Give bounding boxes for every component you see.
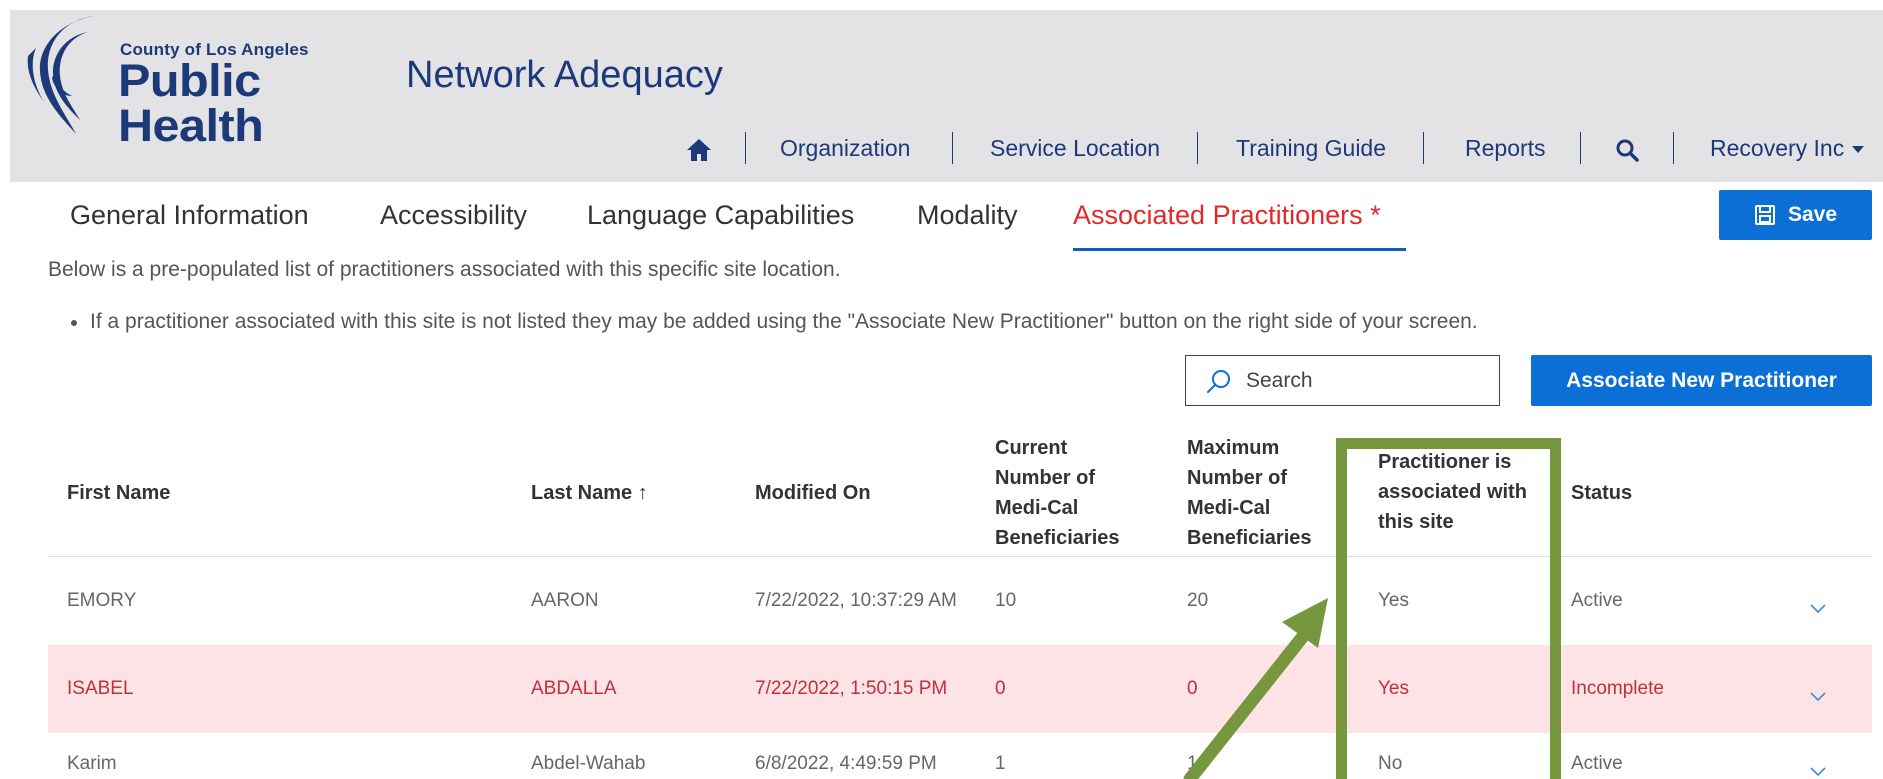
active-tab-indicator — [1073, 248, 1406, 251]
nav-separator — [952, 132, 953, 164]
column-header-status[interactable]: Status — [1571, 478, 1632, 508]
nav-reports[interactable]: Reports — [1465, 128, 1546, 168]
cell-first-name: Karim — [67, 753, 117, 774]
search-input[interactable] — [1246, 368, 1486, 393]
column-header-maximum-beneficiaries[interactable]: Maximum Number of Medi-Cal Beneficiaries — [1187, 433, 1312, 553]
header-line: Number of — [995, 467, 1095, 489]
cell-maximum: 20 — [1187, 590, 1209, 611]
nav-service-location[interactable]: Service Location — [990, 128, 1160, 168]
public-health-logo[interactable]: County of Los Angeles Public Health — [24, 12, 394, 148]
tab-associated-practitioners[interactable]: Associated Practitioners * — [1073, 200, 1381, 231]
header-line: Maximum — [1187, 437, 1280, 459]
cell-first-name: EMORY — [67, 590, 137, 611]
search-icon[interactable] — [1615, 128, 1639, 168]
tab-language-capabilities[interactable]: Language Capabilities — [587, 200, 854, 231]
column-header-modified-on[interactable]: Modified On — [755, 478, 871, 508]
user-menu-label: Recovery Inc — [1710, 135, 1845, 161]
user-menu[interactable]: Recovery Inc — [1710, 128, 1865, 168]
form-tabs: General Information Accessibility Langua… — [0, 192, 1883, 252]
nav-separator — [1423, 132, 1424, 164]
nav-training-guide[interactable]: Training Guide — [1236, 128, 1386, 168]
floppy-disk-icon — [1754, 205, 1775, 225]
home-icon[interactable] — [686, 128, 712, 168]
nav-separator — [1673, 132, 1674, 164]
top-nav: Organization Service Location Training G… — [10, 128, 1883, 168]
nav-organization[interactable]: Organization — [780, 128, 910, 168]
logo-emblem-icon — [27, 16, 94, 134]
cell-status: Active — [1571, 590, 1623, 611]
cell-current: 1 — [995, 753, 1006, 774]
annotation-highlight-box — [1336, 438, 1561, 779]
tab-general-information[interactable]: General Information — [70, 200, 309, 231]
save-button-label: Save — [1787, 203, 1838, 226]
cell-modified-on: 7/22/2022, 10:37:29 AM — [755, 590, 957, 611]
header-line: Medi-Cal — [995, 497, 1079, 519]
column-header-first-name[interactable]: First Name — [67, 478, 170, 508]
table-row[interactable]: EMORY AARON 7/22/2022, 10:37:29 AM 10 20… — [48, 557, 1872, 645]
column-header-last-name[interactable]: Last Name ↑ — [531, 478, 648, 508]
app-header: County of Los Angeles Public Health Netw… — [10, 10, 1883, 182]
nav-separator — [745, 132, 746, 164]
associate-new-practitioner-button[interactable]: Associate New Practitioner — [1531, 355, 1872, 406]
header-line: Current — [995, 437, 1068, 459]
cell-modified-on: 6/8/2022, 4:49:59 PM — [755, 753, 937, 774]
header-line: Beneficiaries — [995, 527, 1120, 549]
save-button[interactable]: Save — [1719, 190, 1872, 240]
chevron-down-icon[interactable] — [1810, 764, 1826, 779]
cell-maximum: 1 — [1187, 753, 1198, 774]
header-line: Number of — [1187, 467, 1287, 489]
nav-separator — [1197, 132, 1198, 164]
instruction-bullet: If a practitioner associated with this s… — [71, 310, 1478, 333]
search-icon — [1207, 369, 1230, 393]
chevron-down-icon[interactable] — [1810, 689, 1826, 705]
cell-last-name: AARON — [531, 590, 599, 611]
cell-last-name: Abdel-Wahab — [531, 753, 646, 774]
nav-separator — [1580, 132, 1581, 164]
header-line: Beneficiaries — [1187, 527, 1312, 549]
tab-accessibility[interactable]: Accessibility — [380, 200, 527, 231]
intro-text: Below is a pre-populated list of practit… — [48, 258, 841, 281]
tab-modality[interactable]: Modality — [917, 200, 1018, 231]
column-header-current-beneficiaries[interactable]: Current Number of Medi-Cal Beneficiaries — [995, 433, 1120, 553]
search-box[interactable] — [1185, 355, 1500, 406]
caret-down-icon — [1852, 146, 1865, 154]
table-row[interactable]: Karim Abdel-Wahab 6/8/2022, 4:49:59 PM 1… — [48, 720, 1872, 779]
app-title: Network Adequacy — [406, 54, 723, 96]
header-line: Medi-Cal — [1187, 497, 1271, 519]
chevron-down-icon[interactable] — [1810, 601, 1826, 617]
cell-current: 10 — [995, 590, 1017, 611]
cell-status: Active — [1571, 753, 1623, 774]
